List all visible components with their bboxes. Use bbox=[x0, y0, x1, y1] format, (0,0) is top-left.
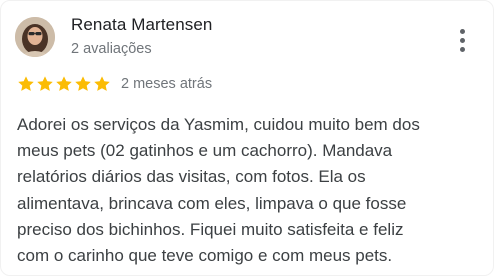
review-date: 2 meses atrás bbox=[121, 76, 213, 92]
more-vert-icon bbox=[459, 28, 465, 34]
star-rating bbox=[17, 75, 111, 93]
author-name[interactable]: Renata Martensen bbox=[71, 15, 212, 35]
author-review-count[interactable]: 2 avaliações bbox=[71, 41, 152, 57]
review-card: Renata Martensen 2 avaliações 2 meses at… bbox=[0, 0, 494, 276]
star-icon bbox=[18, 76, 34, 91]
star-icon bbox=[75, 76, 91, 91]
more-options-button[interactable] bbox=[449, 23, 475, 57]
avatar-photo bbox=[15, 17, 55, 57]
star-icon bbox=[56, 76, 72, 91]
review-text: Adorei os serviços da Yasmim, cuidou mui… bbox=[17, 115, 420, 266]
avatar[interactable] bbox=[15, 17, 55, 57]
star-icon bbox=[94, 76, 110, 91]
rating-row: 2 meses atrás bbox=[17, 74, 212, 94]
star-icon bbox=[37, 76, 53, 91]
